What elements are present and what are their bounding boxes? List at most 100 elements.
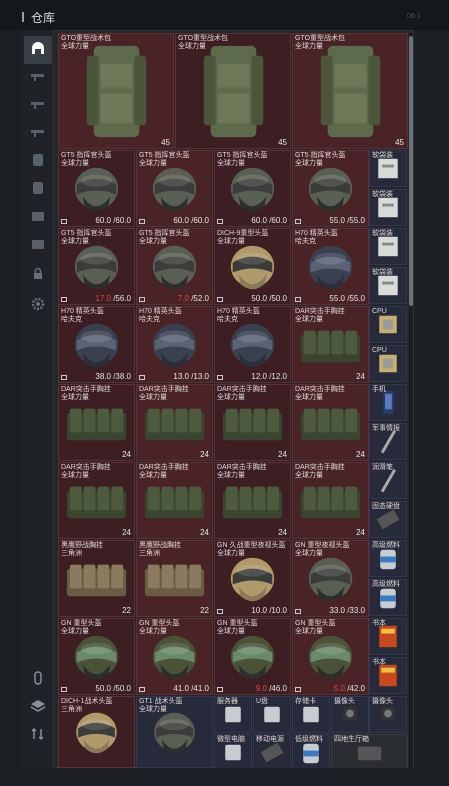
item-slot-c3[interactable]: DAR突击手胸挂 全球力量 24	[136, 384, 213, 461]
capsule-icon	[29, 669, 47, 692]
item-slot-h9[interactable]: H70 精英头盔 哈夫克 38.0 /38.0	[58, 306, 135, 383]
item-name: 高级燃料	[372, 542, 400, 549]
item-slot-g6[interactable]: GN 重型头盔 全球力量 5.0 /42.0	[292, 618, 369, 695]
item-slot-c8[interactable]: DAR突击手胸挂 全球力量 24	[214, 462, 291, 539]
backpack-art	[203, 45, 264, 138]
item-durability: 33.0 /33.0	[329, 606, 365, 615]
item-name: GTO重型战术包 全球力量	[295, 35, 346, 50]
sidebar-item-tab-6[interactable]	[24, 176, 52, 204]
durability-low-value: 7.0	[177, 294, 189, 303]
item-slot-s3[interactable]: 软袋装	[369, 228, 407, 265]
durability-max-value: /52.0	[188, 294, 209, 303]
item-slot-h11[interactable]: H70 精英头盔 哈夫克 12.0 /12.0	[214, 306, 291, 383]
item-name: GN 重型头盔 全球力量	[217, 620, 258, 635]
sidebar-item-tab-8[interactable]	[24, 232, 52, 260]
item-slot-g4[interactable]: GN 重型头盔 全球力量 41.0 /41.0	[136, 618, 213, 695]
item-slot-s4[interactable]: 软袋装	[369, 267, 407, 304]
item-slot-g3[interactable]: GN 重型头盔 全球力量 50.0 /50.0	[58, 618, 135, 695]
item-slot-c2[interactable]: DAR突击手胸挂 全球力量 24	[58, 384, 135, 461]
item-slot-c6[interactable]: DAR突击手胸挂 全球力量 24	[58, 462, 135, 539]
item-slot-s6[interactable]: CPU	[369, 345, 407, 382]
item-slot-s11[interactable]: 高级燃料	[369, 540, 407, 577]
item-slot-m3[interactable]: 存储卡	[292, 696, 330, 733]
item-slot-s5[interactable]: CPU	[369, 306, 407, 343]
insured-flag-icon	[61, 687, 67, 692]
item-slot-m6[interactable]: 微型电脑	[214, 734, 252, 768]
item-slot-s2[interactable]: 软袋装	[369, 189, 407, 226]
armor-icon	[29, 151, 47, 174]
item-slot-h7[interactable]: DICH-9重型头盔 全球力量 50.0 /50.0	[214, 228, 291, 305]
item-slot-c5[interactable]: DAR突击手胸挂 全球力量 24	[292, 384, 369, 461]
item-slot-g5[interactable]: GN 重型头盔 全球力量 9.0 /46.0	[214, 618, 291, 695]
item-slot-s9[interactable]: 润滑笔	[369, 462, 407, 499]
item-slot-c9[interactable]: DAR突击手胸挂 全球力量 24	[292, 462, 369, 539]
item-name: DAR突击手胸挂 全球力量	[295, 386, 345, 401]
item-durability: 17.0 /56.0	[95, 294, 131, 303]
item-quantity: 24	[122, 528, 131, 537]
item-slot-g7[interactable]: DICH-1战术头盔 三角洲	[58, 696, 135, 768]
item-slot-g1[interactable]: GN 久战重型夜视头盔 全球力量 10.0 /10.0	[214, 540, 291, 617]
item-slot-h5[interactable]: GT5 指挥官头盔 全球力量 17.0 /56.0	[58, 228, 135, 305]
item-name: GTO重型战术包 全球力量	[61, 35, 112, 50]
item-slot-s13[interactable]: 书本	[369, 618, 407, 655]
title-marker	[22, 12, 24, 22]
item-slot-s8[interactable]: 军事情报	[369, 423, 407, 460]
item-slot-h4[interactable]: GT5 指挥官头盔 全球力量 55.0 /55.0	[292, 150, 369, 227]
item-durability: 55.0 /55.0	[329, 294, 365, 303]
sidebar-item-tab-7[interactable]	[24, 204, 52, 232]
item-slot-s10[interactable]: 固态硬盘	[369, 501, 407, 538]
item-slot-c1[interactable]: DAR突击手胸挂 全球力量 24	[292, 306, 369, 383]
item-slot-h8[interactable]: H70 精英头盔 哈夫克 55.0 /55.0	[292, 228, 369, 305]
item-slot-s14[interactable]: 书本	[369, 657, 407, 694]
item-slot-s7[interactable]: 手机	[369, 384, 407, 421]
item-name: DAR突击手胸挂 全球力量	[295, 308, 345, 323]
item-name: DAR突击手胸挂 全球力量	[61, 386, 111, 401]
item-slot-m8[interactable]: 低级燃料	[292, 734, 330, 768]
item-quantity: 24	[200, 528, 209, 537]
item-slot-g8[interactable]: GT1 战术头盔 全球力量	[136, 696, 213, 768]
item-name: GT5 指挥官头盔 全球力量	[61, 152, 112, 167]
item-slot-h2[interactable]: GT5 指挥官头盔 全球力量 60.0 /60.0	[136, 150, 213, 227]
item-durability: 60.0 /60.0	[173, 216, 209, 225]
item-slot-c11[interactable]: 黑鹰野战胸挂 三角洲 22	[136, 540, 213, 617]
item-slot-h3[interactable]: GT5 指挥官头盔 全球力量 60.0 /60.0	[214, 150, 291, 227]
sidebar-item-settings[interactable]	[24, 292, 52, 320]
item-slot-h1[interactable]: GT5 指挥官头盔 全球力量 60.0 /60.0	[58, 150, 135, 227]
sidebar-item-lock[interactable]	[24, 262, 52, 290]
sidebar-item-sort[interactable]	[24, 722, 52, 750]
item-slot-vest1[interactable]: GTO重型战术包 全球力量 45	[58, 33, 174, 149]
item-slot-c4[interactable]: DAR突击手胸挂 全球力量 24	[214, 384, 291, 461]
item-name: GN 重型夜视头盔 全球力量	[295, 542, 350, 557]
sidebar-item-layers[interactable]	[24, 694, 52, 722]
item-slot-h10[interactable]: H70 精英头盔 哈夫克 13.0 /13.0	[136, 306, 213, 383]
sidebar-item-tab-3[interactable]	[24, 92, 52, 120]
item-slot-m5[interactable]: 摄像头	[369, 696, 407, 733]
item-name: DAR突击手胸挂 全球力量	[295, 464, 345, 479]
layers-icon	[29, 697, 47, 720]
item-slot-vest3[interactable]: GTO重型战术包 全球力量 45	[292, 33, 408, 149]
sidebar-item-tab-5[interactable]	[24, 148, 52, 176]
sidebar-item-capsule[interactable]	[24, 666, 52, 694]
item-slot-s12[interactable]: 高级燃料	[369, 579, 407, 616]
insured-flag-icon	[295, 609, 301, 614]
item-name: H70 精英头盔 哈夫克	[61, 308, 104, 323]
item-slot-h6[interactable]: GT5 指挥官头盔 全球力量 7.0 /52.0	[136, 228, 213, 305]
sidebar-item-storage[interactable]	[24, 36, 52, 64]
item-slot-m9[interactable]: 四地生厅箱	[331, 734, 408, 768]
item-slot-g2[interactable]: GN 重型夜视头盔 全球力量 33.0 /33.0	[292, 540, 369, 617]
scrollbar-thumb[interactable]	[409, 36, 413, 306]
bag-icon	[29, 235, 47, 258]
durability-low-value: 5.0	[333, 684, 345, 693]
item-slot-m2[interactable]: U盘	[253, 696, 291, 733]
item-slot-s1[interactable]: 软袋装	[369, 150, 407, 187]
item-slot-c7[interactable]: DAR突击手胸挂 全球力量 24	[136, 462, 213, 539]
item-slot-m4[interactable]: 摄像头	[331, 696, 369, 733]
sidebar-item-tab-4[interactable]	[24, 120, 52, 148]
item-slot-c10[interactable]: 黑鹰野战胸挂 三角洲 22	[58, 540, 135, 617]
item-name: GN 重型头盔 全球力量	[139, 620, 180, 635]
item-name: H70 精英头盔 哈夫克	[295, 230, 338, 245]
item-slot-m1[interactable]: 服务器	[214, 696, 252, 733]
sidebar-item-tab-2[interactable]	[24, 64, 52, 92]
item-slot-vest2[interactable]: GTO重型战术包 全球力量 45	[175, 33, 291, 149]
item-slot-m7[interactable]: 移动电源	[253, 734, 291, 768]
